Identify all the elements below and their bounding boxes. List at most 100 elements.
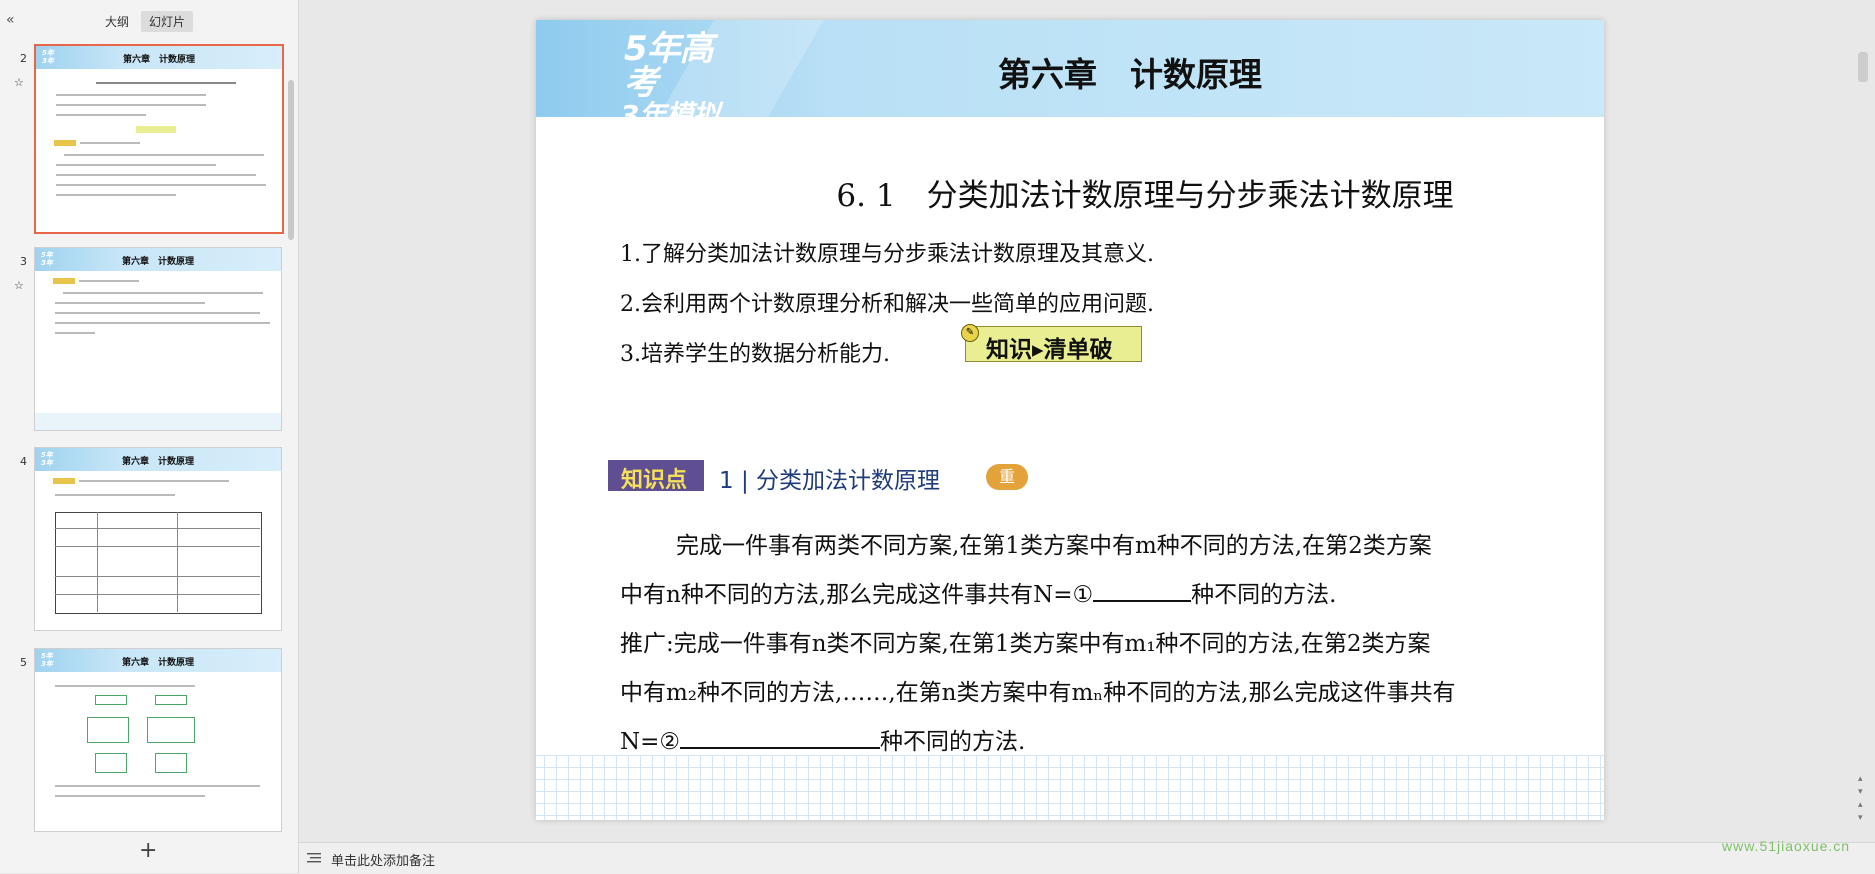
paragraph-line: 完成一件事有两类不同方案,在第1类方案中有m种不同的方法,在第2类方案 [676,533,1432,559]
knowledge-point-tag-label: 知识点 [621,468,688,493]
text-line [55,494,175,496]
view-tabs: 大纲 幻灯片 [97,11,194,32]
slide-thumbnail-row[interactable]: 2 ☆ 5年 3年 第六章 计数原理 [0,44,298,234]
text-line [79,480,229,482]
table-rule [97,512,98,612]
knowledge-badge: 知识▸清单破 ✎ [961,324,1143,363]
flow-node [155,695,187,705]
text-line [56,164,216,166]
flow-node [87,717,129,743]
answer-blank-1[interactable] [1093,580,1192,602]
scroll-arrows[interactable]: ▴ ▾ ▴ ▾ [1858,773,1870,825]
slide-thumbnail[interactable]: 5年 3年 第六章 计数原理 [34,44,284,234]
knowledge-point-title: 1 | 分类加法计数原理 [719,468,941,494]
thumbnail-title: 第六章 计数原理 [121,257,194,267]
text-line [63,292,263,294]
slide-number: 2 [20,52,27,65]
badge-box: 知识▸清单破 [965,326,1142,363]
thumbnail-banner: 5年 3年 第六章 计数原理 [36,46,282,69]
flow-node [95,753,127,773]
objective-item: 1.了解分类加法计数原理与分步乘法计数原理及其意义. [620,242,1154,267]
paragraph-line: 中有n种不同的方法,那么完成这件事共有N=① 种不同的方法. [620,575,1336,609]
thumbnail-title: 第六章 计数原理 [121,658,194,668]
text-line [56,104,206,106]
thumbnail-title: 第六章 计数原理 [121,457,194,467]
text-line [80,142,140,144]
tag-mini [54,140,76,146]
slide-thumbnail[interactable]: 5年 3年 第六章 计数原理 [34,447,282,631]
star-icon: ☆ [14,76,24,89]
thumbnail-title: 第六章 计数原理 [122,55,195,65]
key-point-marker: 重 [986,464,1028,490]
paragraph-text: 种不同的方法. [1191,582,1337,608]
text-line [56,194,176,196]
table-rule [55,576,260,577]
paragraph-text: 种不同的方法. [880,729,1026,755]
objective-item: 2.会利用两个计数原理分析和解决一些简单的应用问题. [620,292,1154,317]
text-line [56,114,146,116]
collapse-panel-icon[interactable]: « [6,12,22,28]
paragraph-line: N=② 种不同的方法. [620,722,1025,756]
tag-mini [53,478,75,484]
flow-node [155,753,187,773]
paragraph-text: N=② [620,729,681,755]
slide-thumbnail-row[interactable]: 5 5年 3年 第六章 计数原理 [0,648,298,838]
tag-mini [53,278,75,284]
thumbnail-banner: 5年 3年 第六章 计数原理 [35,248,281,271]
text-line [56,94,206,96]
text-line [79,280,139,282]
notes-icon [307,853,321,863]
answer-blank-2[interactable] [680,727,881,749]
slide-thumbnail-row[interactable]: 4 5年 3年 第六章 计数原理 [0,447,298,637]
slide-thumbnail[interactable]: 5年 3年 第六章 计数原理 [34,648,282,832]
text-line [55,785,260,787]
notes-placeholder[interactable]: 单击此处添加备注 [331,850,435,869]
slide-canvas[interactable]: 5年高考 3年模拟 第六章 计数原理 6. 1 分类加法计数原理与分步乘法计数原… [536,20,1604,820]
text-line [64,154,264,156]
text-line [55,685,195,687]
badge-label: 知识▸清单破 [986,337,1113,363]
objective-item: 3.培养学生的数据分析能力. [620,342,890,367]
thumbnail-banner: 5年 3年 第六章 计数原理 [35,448,281,471]
slide-thumbnail[interactable]: 5年 3年 第六章 计数原理 [34,247,282,431]
text-line [56,174,256,176]
table-rule [55,528,260,529]
text-line [55,322,270,324]
thumbnail-scrollbar[interactable] [288,80,294,240]
slide-number: 5 [20,656,27,669]
paragraph-text: 中有n种不同的方法,那么完成这件事共有N=① [620,582,1094,608]
text-line [55,302,205,304]
paragraph-line: 推广:完成一件事有n类不同方案,在第1类方案中有m₁种不同的方法,在第2类方案 [620,631,1431,657]
slides-panel: « 大纲 幻灯片 2 ☆ 5年 3年 第六章 计数原理 3 ☆ 5年 3年 第六… [0,0,299,873]
table-rule [55,594,260,595]
grid-strip [35,413,281,430]
slide-number: 3 [20,255,27,268]
table-rule [55,546,260,547]
flow-node [147,717,195,743]
paragraph-line: 中有m₂种不同的方法,……,在第n类方案中有mₙ种不同的方法,那么完成这件事共有 [620,680,1456,706]
chapter-title: 第六章 计数原理 [998,55,1262,94]
text-line [55,332,95,334]
section-title: 6. 1 分类加法计数原理与分步乘法计数原理 [836,178,1454,214]
badge-mini [136,126,176,133]
text-line [55,312,260,314]
watermark: www.51jiaoxue.cn [1722,838,1851,854]
slide-thumbnail-row[interactable]: 3 ☆ 5年 3年 第六章 计数原理 [0,247,298,437]
star-icon: ☆ [14,279,24,292]
knowledge-point-tag: 知识点 [608,460,704,493]
chapter-banner: 5年高考 3年模拟 第六章 计数原理 [536,20,1604,132]
editor-scrollbar[interactable] [1858,52,1868,82]
add-slide-button[interactable]: + [139,840,157,862]
grid-background [536,755,1604,820]
tab-slides[interactable]: 幻灯片 [141,11,194,32]
tab-outline[interactable]: 大纲 [97,11,137,32]
thumbnail-banner: 5年 3年 第六章 计数原理 [35,649,281,672]
bulb-icon: ✎ [961,324,979,342]
flow-node [95,695,127,705]
logo-line2: 3年模拟 [620,99,720,132]
text-line [55,795,205,797]
notes-bar[interactable]: 单击此处添加备注 [299,842,1875,874]
slide-number: 4 [20,455,27,468]
text-line [56,184,266,186]
table-rule [177,512,178,612]
